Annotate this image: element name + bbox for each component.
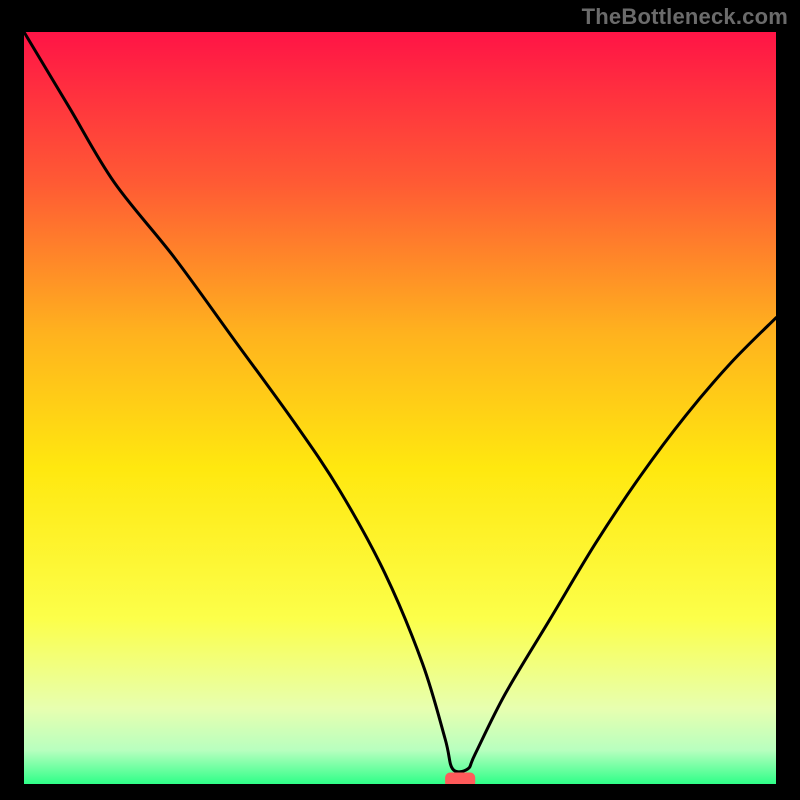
chart-frame: TheBottleneck.com <box>0 0 800 800</box>
chart-svg <box>24 32 776 784</box>
chart-background <box>24 32 776 784</box>
watermark-label: TheBottleneck.com <box>582 4 788 30</box>
minimum-marker <box>445 772 475 784</box>
chart-plot <box>24 32 776 784</box>
